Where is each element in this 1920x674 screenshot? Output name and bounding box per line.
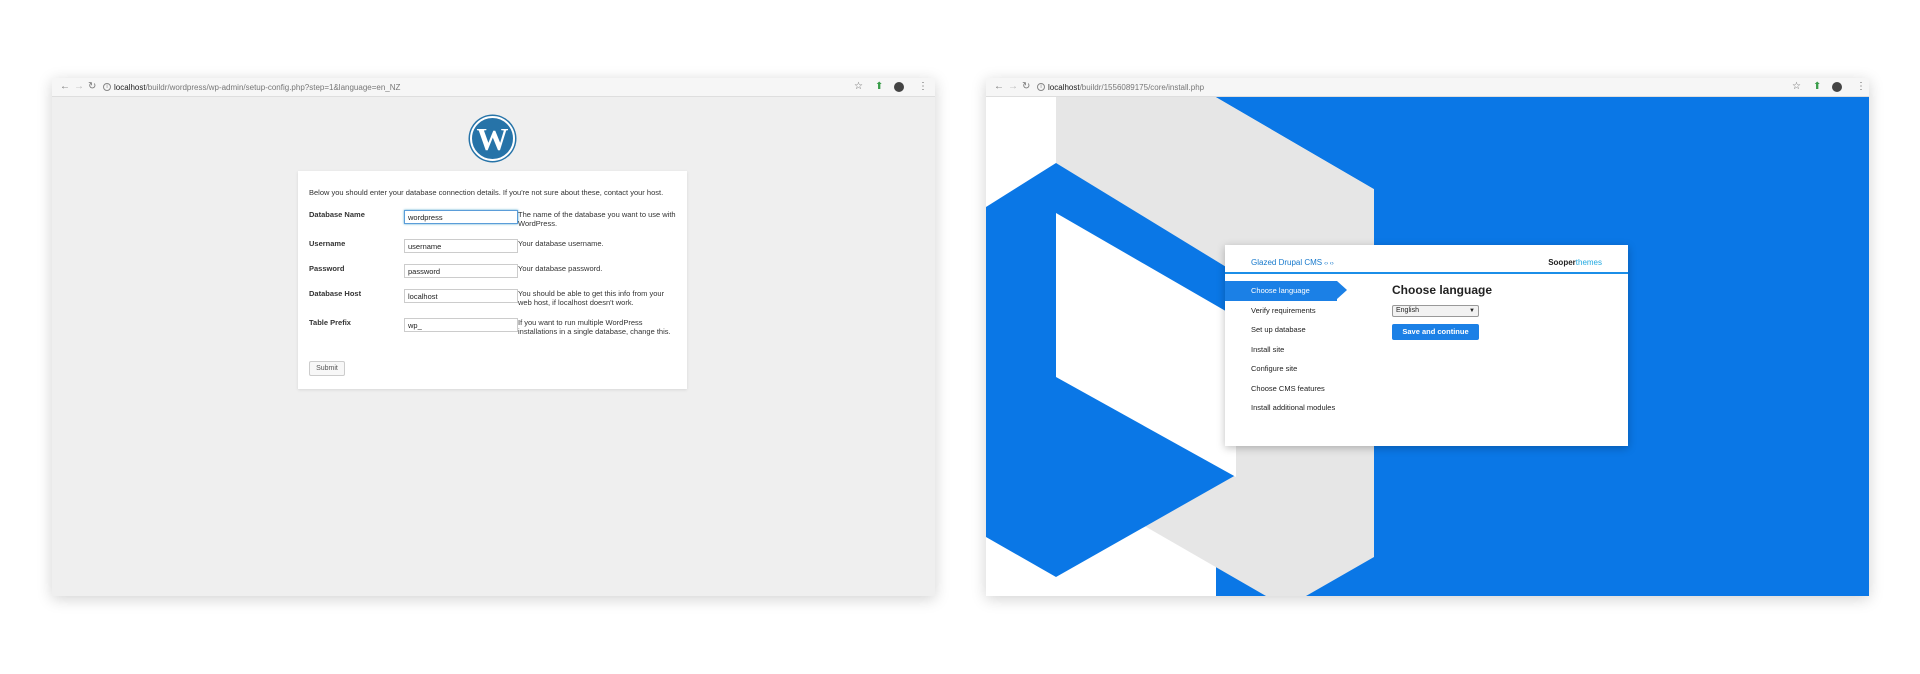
database-name-help: The name of the database you want to use…: [518, 210, 676, 228]
header-divider: [1225, 272, 1628, 274]
table-prefix-help: If you want to run multiple WordPress in…: [518, 318, 671, 336]
forward-arrow-icon[interactable]: →: [74, 81, 84, 93]
extension-icon[interactable]: ⬆: [875, 81, 883, 93]
brand-text: Glazed Drupal CMS: [1251, 258, 1323, 267]
database-host-help: You should be able to get this info from…: [518, 289, 665, 307]
caret-down-icon: ▼: [1469, 308, 1475, 314]
step-choose-language: Choose language: [1225, 281, 1347, 301]
address-bar[interactable]: localhost/buildr/wordpress/wp-admin/setu…: [114, 82, 400, 93]
username-label: Username: [309, 239, 346, 248]
install-wizard-card: Glazed Drupal CMS ‹› ‹› Sooperthemes Choo…: [1225, 245, 1628, 446]
db-config-form: Below you should enter your database con…: [298, 171, 687, 389]
wordpress-setup-page: W Below you should enter your database c…: [52, 97, 935, 596]
url-path: /buildr/wordpress/wp-admin/setup-config.…: [145, 83, 401, 92]
back-arrow-icon[interactable]: ←: [60, 81, 70, 93]
sooperthemes-logo: Sooperthemes: [1548, 258, 1602, 267]
browser-toolbar: ← → ↻ i localhost/buildr/wordpress/wp-ad…: [52, 78, 935, 97]
kebab-menu-icon[interactable]: ⋮: [918, 81, 928, 93]
step-set-up-database: Set up database: [1251, 325, 1306, 334]
url-host: localhost: [1048, 83, 1080, 92]
kebab-menu-icon[interactable]: ⋮: [1856, 81, 1866, 93]
logo-main-text: Sooper: [1548, 258, 1576, 267]
database-name-label: Database Name: [309, 210, 365, 219]
reload-icon[interactable]: ↻: [88, 81, 96, 93]
table-prefix-input[interactable]: wp_: [404, 318, 518, 332]
language-select[interactable]: English ▼: [1392, 305, 1479, 317]
password-input[interactable]: password: [404, 264, 518, 278]
back-arrow-icon[interactable]: ←: [994, 81, 1004, 93]
username-help: Your database username.: [518, 239, 604, 248]
wordpress-browser-window: ← → ↻ i localhost/buildr/wordpress/wp-ad…: [52, 78, 935, 596]
table-prefix-label: Table Prefix: [309, 318, 351, 327]
step-install-additional-modules: Install additional modules: [1251, 403, 1336, 412]
star-icon[interactable]: ☆: [1792, 81, 1801, 93]
drupal-install-page: Glazed Drupal CMS ‹› ‹› Sooperthemes Choo…: [986, 97, 1869, 596]
page-title: Choose language: [1392, 283, 1493, 297]
language-selected-value: English: [1396, 307, 1419, 314]
wordpress-logo: W: [470, 116, 515, 161]
info-icon[interactable]: i: [103, 83, 111, 91]
submit-button[interactable]: Submit: [309, 361, 345, 376]
intro-text: Below you should enter your database con…: [309, 188, 664, 197]
drupal-browser-window: ← → ↻ i localhost/buildr/1556089175/core…: [986, 78, 1869, 596]
brand-code-icon: ‹› ‹›: [1324, 261, 1334, 267]
url-host: localhost: [114, 83, 146, 92]
reload-icon[interactable]: ↻: [1022, 81, 1030, 93]
step-choose-cms-features: Choose CMS features: [1251, 383, 1325, 393]
url-path: /buildr/1556089175/core/install.php: [1079, 83, 1205, 92]
database-name-input[interactable]: wordpress: [404, 210, 518, 224]
address-bar[interactable]: localhost/buildr/1556089175/core/install…: [1048, 82, 1204, 93]
save-and-continue-button[interactable]: Save and continue: [1392, 324, 1479, 340]
database-host-input[interactable]: localhost: [404, 289, 518, 303]
avatar[interactable]: [894, 82, 904, 92]
username-input[interactable]: username: [404, 239, 518, 253]
brand-name: Glazed Drupal CMS ‹› ‹›: [1251, 258, 1334, 267]
password-label: Password: [309, 264, 345, 273]
step-install-site: Install site: [1251, 344, 1285, 354]
star-icon[interactable]: ☆: [854, 81, 863, 93]
extension-icon[interactable]: ⬆: [1813, 81, 1821, 93]
install-steps-list: Choose language Verify requirements Set …: [1225, 281, 1365, 418]
password-help: Your database password.: [518, 264, 603, 273]
step-verify-requirements: Verify requirements: [1251, 305, 1316, 315]
info-icon[interactable]: i: [1037, 83, 1045, 91]
database-host-label: Database Host: [309, 289, 362, 298]
browser-toolbar: ← → ↻ i localhost/buildr/1556089175/core…: [986, 78, 1869, 97]
avatar[interactable]: [1832, 82, 1842, 92]
step-configure-site: Configure site: [1251, 364, 1298, 373]
logo-accent-text: themes: [1575, 258, 1602, 267]
forward-arrow-icon[interactable]: →: [1008, 81, 1018, 93]
